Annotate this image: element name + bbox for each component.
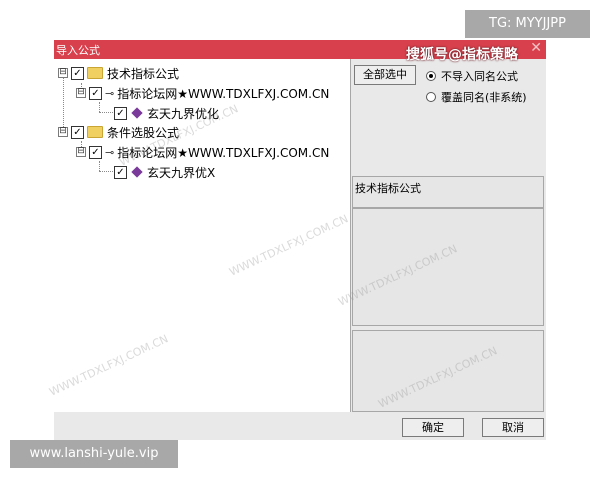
button-bar: 确定 取消	[54, 412, 546, 440]
watermark: WWW.TDXLFXJ.COM.CN	[227, 212, 351, 279]
dialog-title: 导入公式	[56, 44, 100, 57]
checkbox-technical-formulas[interactable]: ✓	[71, 66, 84, 80]
tree-node-source-1[interactable]: ⊟ ✓ ⊸ 指标论坛网★WWW.TDXLFXJ.COM.CN	[76, 84, 329, 102]
tree-label: 玄天九界优X	[147, 165, 216, 180]
import-formula-dialog: 导入公式 ✕ WWW.TDXLFXJ.COM.CN WWW.TDXLFXJ.CO…	[47, 40, 546, 440]
radio-no-import-label: 不导入同名公式	[441, 70, 518, 83]
brand-watermark: 搜狐号@指标策略	[406, 47, 518, 63]
key-icon: ⊸	[105, 86, 115, 100]
tree-node-formula-2[interactable]: ✓ 玄天九界优X	[114, 163, 215, 181]
radio-overwrite-indicator[interactable]	[426, 92, 436, 102]
formula-description-box: WWW.TDXLFXJ.COM.CN	[352, 330, 544, 412]
formula-type-box: 技术指标公式	[352, 176, 544, 208]
tree-label: 条件选股公式	[107, 125, 180, 140]
tree-node-formula-1[interactable]: ✓ 玄天九界优化	[114, 104, 219, 122]
tree-label: 指标论坛网★WWW.TDXLFXJ.COM.CN	[117, 145, 330, 160]
tree-node-source-2[interactable]: ⊟ ✓ ⊸ 指标论坛网★WWW.TDXLFXJ.COM.CN	[76, 143, 329, 161]
tree-label: 指标论坛网★WWW.TDXLFXJ.COM.CN	[117, 86, 330, 101]
folder-icon	[87, 126, 103, 138]
formula-type-label: 技术指标公式	[355, 182, 421, 195]
close-icon[interactable]: ✕	[530, 40, 542, 56]
watermark: WWW.TDXLFXJ.COM.CN	[47, 332, 171, 399]
url-badge: www.lanshi-yule.vip	[10, 440, 178, 468]
select-all-button[interactable]: 全部选中	[354, 65, 416, 85]
formula-icon	[131, 107, 143, 119]
checkbox-stock-selection[interactable]: ✓	[71, 125, 84, 139]
checkbox-formula-2[interactable]: ✓	[114, 165, 127, 179]
tree-label: 技术指标公式	[107, 66, 180, 81]
formula-tree: WWW.TDXLFXJ.COM.CN WWW.TDXLFXJ.COM.CN WW…	[47, 59, 351, 412]
radio-no-import-indicator[interactable]	[426, 71, 436, 81]
watermark: WWW.TDXLFXJ.COM.CN	[336, 242, 460, 309]
collapse-icon[interactable]: ⊟	[76, 147, 86, 157]
tree-node-technical-formulas[interactable]: ⊟ ✓ 技术指标公式	[58, 64, 179, 82]
watermark: WWW.TDXLFXJ.COM.CN	[376, 344, 500, 411]
formula-info-box: WWW.TDXLFXJ.COM.CN	[336, 208, 544, 326]
checkbox-source-2[interactable]: ✓	[89, 145, 102, 159]
cancel-button[interactable]: 取消	[482, 418, 544, 437]
collapse-icon[interactable]: ⊟	[58, 127, 68, 137]
radio-no-import[interactable]: 不导入同名公式	[426, 68, 518, 84]
tg-badge: TG: MYYJJPP	[465, 10, 590, 38]
formula-icon	[131, 166, 143, 178]
folder-icon	[87, 67, 103, 79]
tree-label: 玄天九界优化	[147, 106, 220, 121]
checkbox-source-1[interactable]: ✓	[89, 86, 102, 100]
ok-button[interactable]: 确定	[402, 418, 464, 437]
radio-overwrite[interactable]: 覆盖同名(非系统)	[426, 89, 527, 105]
tree-node-stock-selection-formulas[interactable]: ⊟ ✓ 条件选股公式	[58, 123, 179, 141]
collapse-icon[interactable]: ⊟	[76, 88, 86, 98]
key-icon: ⊸	[105, 145, 115, 159]
checkbox-formula-1[interactable]: ✓	[114, 106, 127, 120]
collapse-icon[interactable]: ⊟	[58, 68, 68, 78]
radio-overwrite-label: 覆盖同名(非系统)	[441, 91, 527, 104]
